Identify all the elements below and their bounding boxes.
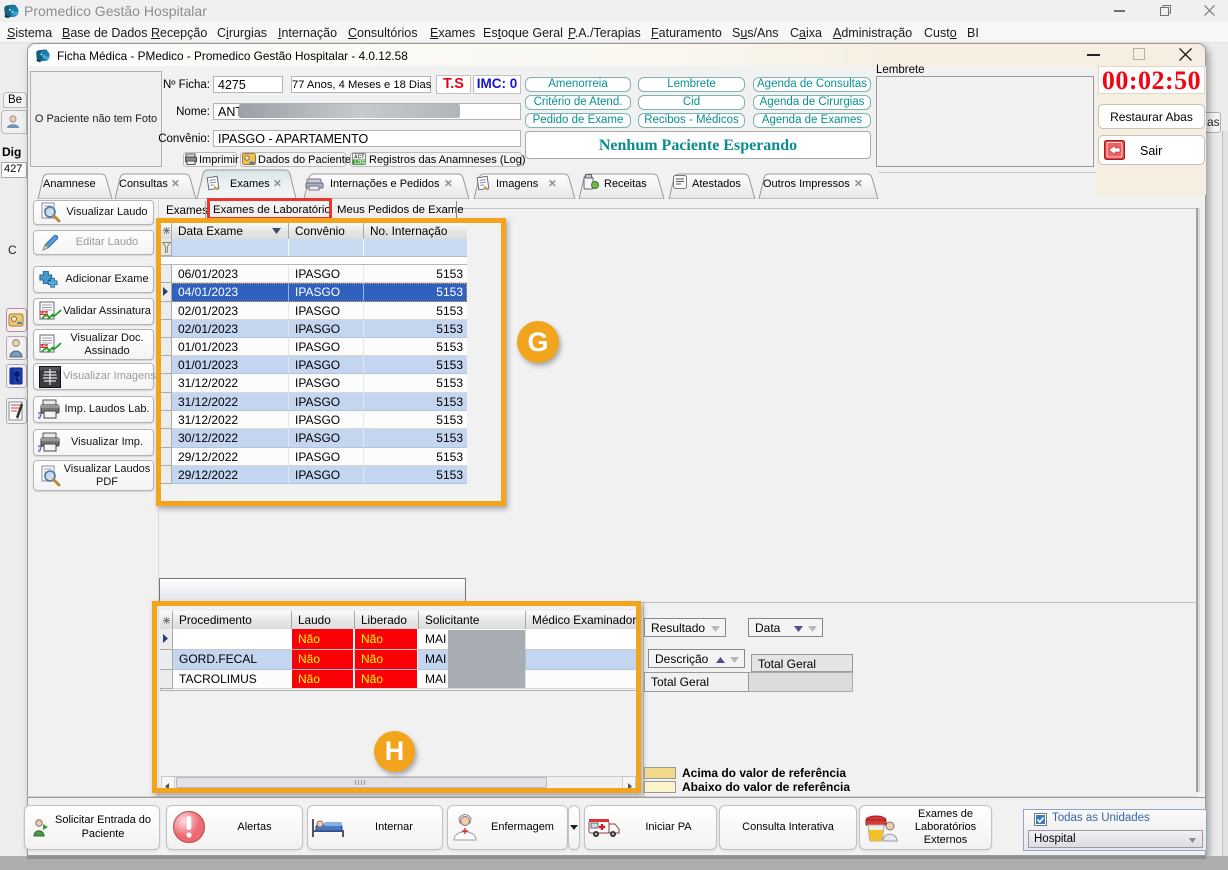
svg-text:LOG: LOG xyxy=(355,160,366,165)
